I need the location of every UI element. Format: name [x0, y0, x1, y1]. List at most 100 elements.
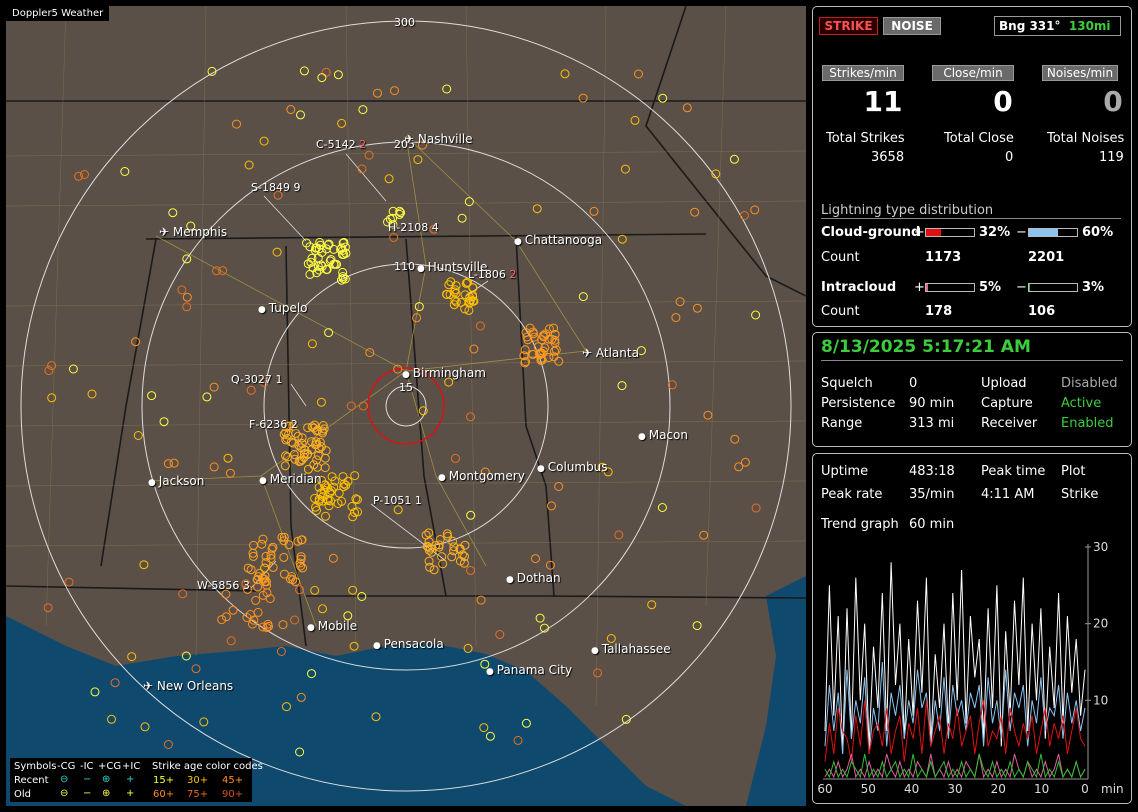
strike-marker: [620, 164, 630, 174]
strike-marker: [703, 410, 713, 420]
strike-marker: [476, 595, 486, 605]
city-dot-icon: ●: [373, 641, 384, 651]
upload-value: Disabled: [1061, 376, 1118, 391]
strike-marker: [730, 434, 740, 444]
noises-per-min-value: 0: [1103, 85, 1123, 118]
x-tick-label: 10: [1034, 782, 1049, 796]
strike-marker: [318, 604, 327, 614]
city-dot-icon: ●: [307, 623, 318, 633]
strike-marker: [316, 397, 326, 407]
city-label: ● Dothan: [506, 571, 561, 585]
city-label: ✈ Nashville: [404, 132, 473, 146]
strike-marker: [321, 67, 331, 77]
strike-marker: [244, 160, 254, 170]
strike-marker: [278, 620, 288, 630]
ic-negative-bar: [1028, 283, 1078, 292]
storm-label: W-5856 3: [197, 579, 250, 592]
airport-icon: ✈: [159, 225, 173, 239]
trend-panel: Uptime 483:18 Peak time Plot Peak rate 3…: [812, 453, 1132, 804]
strike-marker: [212, 266, 222, 276]
strike-marker: [246, 385, 256, 395]
strike-marker: [442, 84, 452, 94]
city-label: ✈ New Orleans: [143, 679, 234, 693]
strike-marker: [421, 530, 431, 540]
strike-marker: [593, 668, 603, 678]
strike-marker: [451, 453, 460, 463]
strike-stats-panel: STRIKE NOISE Bng 331° 130mi Strikes/min …: [812, 6, 1132, 327]
strike-marker: [159, 417, 169, 427]
strike-marker: [338, 472, 348, 482]
strike-marker: [317, 73, 327, 83]
capture-value: Active: [1061, 396, 1102, 411]
city-dot-icon: ●: [591, 646, 602, 656]
strike-marker: [163, 459, 173, 469]
x-tick-label: 60: [817, 782, 832, 796]
strike-marker: [298, 563, 308, 573]
strikes-per-min-value: 11: [863, 85, 903, 118]
ic-positive-pct: 5%: [979, 280, 1002, 295]
recent-pos-cg-icon: ⊕: [102, 774, 111, 785]
strike-marker: [223, 453, 233, 463]
city-label: ✈ Memphis: [159, 225, 228, 239]
strike-marker: [307, 339, 317, 349]
strike-marker: [424, 528, 434, 538]
city-label: ● Jackson: [148, 474, 205, 488]
storm-label: L-1806 2: [468, 268, 517, 281]
strike-marker: [228, 605, 238, 615]
strike-marker: [418, 406, 428, 416]
x-unit-label: min: [1101, 782, 1124, 796]
city-label: ● Panama City: [486, 663, 573, 677]
strike-marker: [324, 328, 334, 338]
strike-marker: [221, 612, 231, 622]
city-dot-icon: ●: [259, 476, 270, 486]
map-graphics: [6, 6, 806, 806]
ic-positive-bar: [925, 283, 975, 292]
x-tick-label: 40: [904, 782, 919, 796]
strike-marker: [634, 69, 643, 79]
city-dot-icon: ●: [506, 575, 517, 585]
city-label: ● Mobile: [307, 619, 358, 633]
lightning-map[interactable]: Doppler5 Weather 300 205 110 15 ✈ Nashvi…: [6, 6, 806, 806]
strike-marker: [348, 585, 358, 595]
strike-marker: [364, 150, 374, 160]
city-dot-icon: ●: [514, 237, 525, 247]
strike-marker: [310, 585, 320, 595]
cg-positive-bar: [925, 228, 975, 237]
city-dot-icon: ●: [638, 432, 649, 442]
city-label: ● Tupelo: [258, 301, 308, 315]
total-close-value: 0: [1005, 150, 1014, 165]
distribution-title: Lightning type distribution: [821, 203, 1121, 219]
strike-marker: [251, 595, 261, 605]
strike-marker: [554, 482, 564, 491]
city-label: ✈ Atlanta: [582, 346, 639, 360]
strike-marker: [393, 505, 403, 515]
strike-marker: [226, 636, 236, 646]
strike-marker: [47, 393, 57, 403]
total-noises-value: 119: [1099, 150, 1124, 165]
range-label-15: 15: [399, 381, 413, 394]
strike-marker: [682, 103, 692, 113]
city-dot-icon: ●: [438, 473, 449, 483]
noises-per-min-label: Noises/min: [1042, 65, 1118, 81]
plot-value[interactable]: Strike: [1061, 487, 1098, 502]
strike-marker: [217, 615, 227, 625]
strike-marker: [466, 565, 475, 575]
strike-button[interactable]: STRIKE: [819, 17, 878, 35]
cg-positive-count: 1173: [925, 250, 962, 265]
strike-marker: [44, 366, 54, 376]
range-value: 313 mi: [909, 416, 955, 431]
strike-marker: [168, 208, 178, 218]
strike-marker: [358, 401, 368, 411]
total-noises-label: Total Noises: [1047, 131, 1125, 146]
strike-marker: [475, 321, 485, 331]
strike-marker: [320, 453, 330, 463]
strike-marker: [647, 600, 657, 610]
strike-marker: [120, 167, 130, 176]
strike-marker: [272, 247, 282, 257]
strike-marker: [243, 563, 253, 573]
strike-marker: [751, 310, 761, 320]
strike-marker: [547, 501, 556, 511]
strike-marker: [532, 204, 542, 214]
noise-button[interactable]: NOISE: [883, 17, 941, 35]
squelch-value: 0: [909, 376, 918, 391]
